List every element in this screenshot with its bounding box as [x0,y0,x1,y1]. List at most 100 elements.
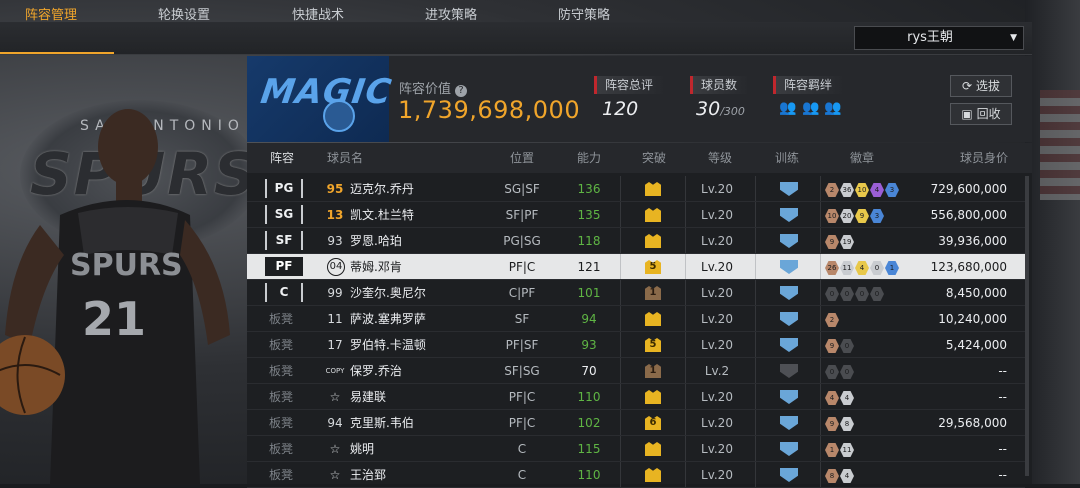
badge-icon[interactable]: 0 [825,287,839,301]
training-shield-icon[interactable] [780,260,798,274]
player-rating: 101 [577,286,601,300]
training-shield-icon[interactable] [780,390,798,404]
player-name[interactable]: 沙奎尔.奥尼尔 [350,280,426,306]
badge-icon[interactable]: 0 [855,287,869,301]
player-name[interactable]: 蒂姆.邓肯 [350,254,402,280]
player-name[interactable]: 易建联 [350,384,386,410]
player-name[interactable]: 姚明 [350,436,374,462]
badge-icon[interactable]: 3 [870,209,884,223]
badge-icon[interactable]: 8 [840,417,854,431]
player-name[interactable]: 克里斯.韦伯 [350,410,414,436]
badge-icon[interactable]: 8 [825,469,839,483]
chemistry-icon-1[interactable]: 👥 [779,100,796,116]
player-name[interactable]: 王治郅 [350,462,386,488]
crown-icon[interactable] [645,468,661,482]
tab-rotation[interactable]: 轮换设置 [158,0,210,32]
training-shield-icon[interactable] [780,442,798,456]
chemistry-icon-2[interactable]: 👥 [802,100,819,116]
player-name[interactable]: 罗恩.哈珀 [350,228,402,254]
training-shield-icon[interactable] [780,312,798,326]
table-row[interactable]: 板凳 COPY 保罗.乔治 SF|SG 70 1 Lv.2 0 0 -- [247,358,1025,384]
badge-icon[interactable]: 9 [825,235,839,249]
tab-lineup[interactable]: 阵容管理 [25,0,77,32]
player-name[interactable]: 迈克尔.乔丹 [350,176,414,202]
badge-icon[interactable]: 26 [825,261,839,275]
player-name[interactable]: 罗伯特.卡温顿 [350,332,426,358]
badge-icon[interactable]: 11 [840,261,854,275]
select-button[interactable]: ⟳ 选拔 [950,75,1012,97]
table-row[interactable]: SF 93 罗恩.哈珀 PG|SG 118 Lv.20 9 19 39,936,000 [247,228,1025,254]
table-row[interactable]: C 99 沙奎尔.奥尼尔 C|PF 101 1 Lv.20 0 0 0 0 8,450,000 [247,280,1025,306]
training-shield-icon[interactable] [780,286,798,300]
badge-icon[interactable]: 0 [870,287,884,301]
badge-icon[interactable]: 1 [825,443,839,457]
badge-icon[interactable]: 4 [840,391,854,405]
player-portrait: SPURS 21 [0,109,230,485]
crown-icon[interactable] [645,182,661,196]
badge-icon[interactable]: 9 [825,339,839,353]
crown-icon[interactable]: 5 [645,338,661,352]
crown-icon[interactable]: 1 [645,364,661,378]
badge-icon[interactable]: 2 [825,313,839,327]
table-row[interactable]: PF 04 蒂姆.邓肯 PF|C 121 5 Lv.20 26 11 4 0 1 123,680,000 [247,254,1025,280]
crown-icon[interactable] [645,234,661,248]
jersey-number: 13 [326,208,344,222]
badge-icon[interactable]: 2 [825,183,839,197]
training-shield-icon[interactable] [780,234,798,248]
player-name[interactable]: 保罗.乔治 [350,358,402,384]
badge-icon[interactable]: 36 [840,183,854,197]
team-select[interactable]: rys王朝 ▼ [854,26,1024,50]
badge-icon[interactable]: 0 [840,287,854,301]
player-level: Lv.20 [701,182,733,196]
table-row[interactable]: 板凳 ☆ 姚明 C 115 Lv.20 1 11 -- [247,436,1025,462]
crown-icon[interactable] [645,312,661,326]
tab-quick-tactics[interactable]: 快捷战术 [292,0,344,32]
crown-icon[interactable]: 5 [645,260,661,274]
slot-badge: C [265,283,303,302]
badge-icon[interactable]: 20 [840,209,854,223]
table-row[interactable]: SG 13 凯文.杜兰特 SF|PF 135 Lv.20 10 20 9 3 556,800,000 [247,202,1025,228]
crown-icon[interactable]: 6 [645,416,661,430]
badge-icon[interactable]: 0 [840,365,854,379]
training-shield-icon[interactable] [780,338,798,352]
badge-icon[interactable]: 4 [825,391,839,405]
crown-icon[interactable]: 1 [645,286,661,300]
badge-icon[interactable]: 11 [840,443,854,457]
training-shield-icon[interactable] [780,208,798,222]
badge-icon[interactable]: 19 [840,235,854,249]
crown-icon[interactable] [645,442,661,456]
recycle-button[interactable]: ▣ 回收 [950,103,1012,125]
badge-icon[interactable]: 4 [840,469,854,483]
table-row[interactable]: 板凳 11 萨波.塞弗罗萨 SF 94 Lv.20 2 10,240,000 [247,306,1025,332]
table-row[interactable]: PG 95 迈克尔.乔丹 SG|SF 136 Lv.20 2 36 10 4 3 729,600,00… [247,176,1025,202]
table-row[interactable]: 板凳 94 克里斯.韦伯 PF|C 102 6 Lv.20 9 8 29,568,000 [247,410,1025,436]
player-worth: 5,424,000 [945,338,1007,352]
badge-icon[interactable]: 10 [855,183,869,197]
badge-icon[interactable]: 4 [855,261,869,275]
table-row[interactable]: 板凳 17 罗伯特.卡温顿 PF|SF 93 5 Lv.20 9 0 5,424,000 [247,332,1025,358]
badge-icon[interactable]: 4 [870,183,884,197]
player-rating: 110 [577,390,601,404]
table-row[interactable]: 板凳 ☆ 易建联 PF|C 110 Lv.20 4 4 -- [247,384,1025,410]
badge-icon[interactable]: 9 [825,417,839,431]
training-shield-icon[interactable] [780,468,798,482]
crown-icon[interactable] [645,390,661,404]
training-shield-icon[interactable] [780,416,798,430]
badge-icon[interactable]: 0 [825,365,839,379]
player-name[interactable]: 萨波.塞弗罗萨 [350,306,426,332]
player-count: 30/300 [696,98,745,120]
tab-defense[interactable]: 防守策略 [558,0,610,32]
training-shield-icon[interactable] [780,364,798,378]
table-row[interactable]: 板凳 ☆ 王治郅 C 110 Lv.20 8 4 -- [247,462,1025,488]
badge-icon[interactable]: 0 [840,339,854,353]
crown-icon[interactable] [645,208,661,222]
badge-list: 98 [825,415,855,431]
chemistry-icon-3[interactable]: 👥 [824,100,841,116]
tab-offense[interactable]: 进攻策略 [425,0,477,32]
badge-icon[interactable]: 10 [825,209,839,223]
player-name[interactable]: 凯文.杜兰特 [350,202,414,228]
badge-icon[interactable]: 0 [870,261,884,275]
scrollbar[interactable] [1025,176,1029,476]
training-shield-icon[interactable] [780,182,798,196]
badge-icon[interactable]: 9 [855,209,869,223]
